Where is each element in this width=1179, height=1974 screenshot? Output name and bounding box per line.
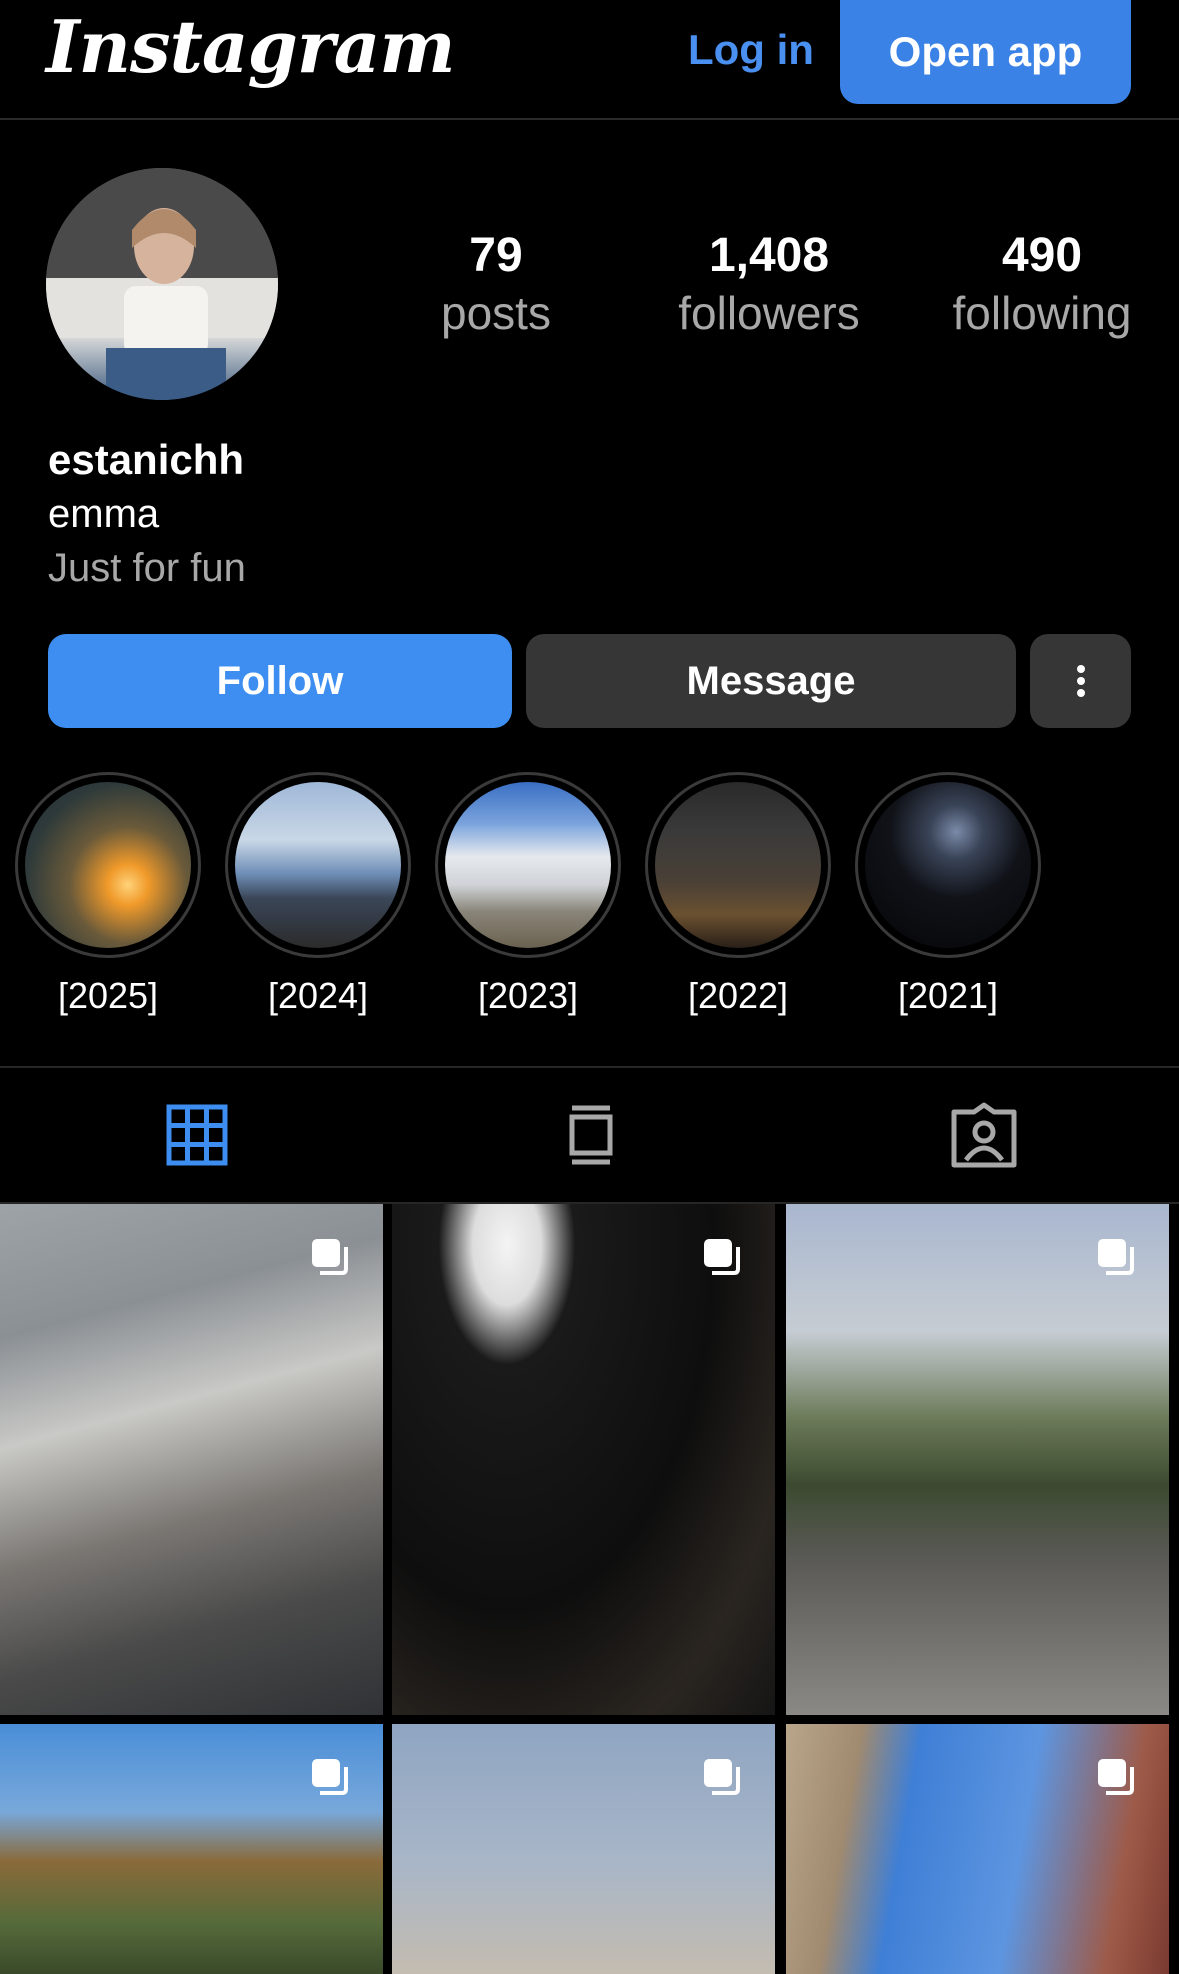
grid-icon bbox=[166, 1104, 228, 1166]
posts-count: 79 posts bbox=[386, 228, 606, 342]
posts-count-label: posts bbox=[441, 287, 551, 339]
multiple-photos-icon bbox=[704, 1239, 740, 1275]
highlight-2021-label: [2021] bbox=[897, 975, 999, 1016]
highlight-2023-cover bbox=[445, 782, 611, 948]
tab-tagged[interactable] bbox=[950, 1102, 1018, 1173]
multiple-photos-icon bbox=[1098, 1759, 1134, 1795]
post-thumbnail[interactable] bbox=[392, 1724, 775, 1974]
profile-full-name: emma bbox=[48, 492, 160, 536]
more-vertical-icon bbox=[1076, 665, 1085, 697]
reels-icon bbox=[569, 1105, 613, 1165]
highlight-2022-cover bbox=[655, 782, 821, 948]
profile-bio: Just for fun bbox=[48, 546, 246, 590]
highlight-2024[interactable] bbox=[225, 772, 411, 958]
highlight-2024-label: [2024] bbox=[267, 975, 369, 1016]
tab-reels[interactable] bbox=[568, 1104, 614, 1171]
post-thumbnail[interactable] bbox=[0, 1724, 383, 1974]
highlight-2022-label: [2022] bbox=[687, 975, 789, 1016]
following-count-label: following bbox=[952, 287, 1132, 339]
multiple-photos-icon bbox=[312, 1239, 348, 1275]
open-app-button[interactable]: Open app bbox=[840, 0, 1131, 104]
highlight-2021[interactable] bbox=[855, 772, 1041, 958]
top-bar: Instagram Log in Open app bbox=[0, 0, 1179, 120]
multiple-photos-icon bbox=[312, 1759, 348, 1795]
profile-tabs bbox=[0, 1066, 1179, 1204]
highlight-2024-cover bbox=[235, 782, 401, 948]
highlight-2023-label: [2023] bbox=[477, 975, 579, 1016]
followers-count[interactable]: 1,408 followers bbox=[659, 228, 879, 342]
highlight-2022[interactable] bbox=[645, 772, 831, 958]
multiple-photos-icon bbox=[1098, 1239, 1134, 1275]
instagram-logo[interactable]: Instagram bbox=[46, 4, 456, 89]
login-link[interactable]: Log in bbox=[688, 26, 814, 74]
highlight-2025-label: [2025] bbox=[57, 975, 159, 1016]
tab-posts[interactable] bbox=[166, 1104, 228, 1171]
post-thumbnail[interactable] bbox=[0, 1204, 383, 1715]
post-thumbnail[interactable] bbox=[786, 1724, 1169, 1974]
post-thumbnail[interactable] bbox=[392, 1204, 775, 1715]
profile-avatar[interactable] bbox=[46, 168, 278, 400]
message-button[interactable]: Message bbox=[526, 634, 1016, 728]
tagged-icon bbox=[951, 1102, 1017, 1168]
followers-count-value: 1,408 bbox=[708, 229, 830, 282]
following-count-value: 490 bbox=[1001, 229, 1083, 282]
followers-count-label: followers bbox=[678, 287, 860, 339]
avatar-photo bbox=[46, 168, 278, 400]
following-count[interactable]: 490 following bbox=[932, 228, 1152, 342]
post-thumbnail[interactable] bbox=[786, 1204, 1169, 1715]
follow-button[interactable]: Follow bbox=[48, 634, 512, 728]
more-options-button[interactable] bbox=[1030, 634, 1131, 728]
highlight-2023[interactable] bbox=[435, 772, 621, 958]
multiple-photos-icon bbox=[704, 1759, 740, 1795]
highlight-2025-cover bbox=[25, 782, 191, 948]
highlight-2021-cover bbox=[865, 782, 1031, 948]
posts-count-value: 79 bbox=[469, 229, 523, 282]
profile-username: estanichh bbox=[48, 436, 245, 483]
highlight-2025[interactable] bbox=[15, 772, 201, 958]
